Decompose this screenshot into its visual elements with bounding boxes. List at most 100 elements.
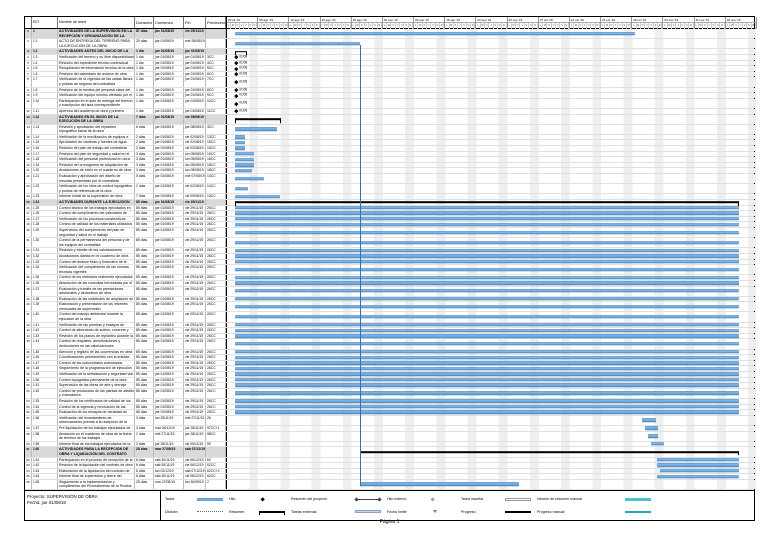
gantt-milestone[interactable]: 01/08 — [234, 66, 247, 71]
table-row[interactable]: 30 1.29 Supervisión del cumplimiento del p… — [25, 227, 756, 239]
gantt-task-bar[interactable] — [235, 241, 739, 245]
gantt-task-bar[interactable] — [235, 157, 254, 162]
gantt-task-bar[interactable] — [235, 410, 739, 415]
table-row[interactable]: 14 1.13 Revisión y aprobación del replante… — [25, 124, 756, 135]
gantt-task-bar[interactable] — [235, 334, 739, 338]
legend-item: Resumen del proyecto — [291, 494, 387, 504]
table-row[interactable]: 66 1.65 Seguimiento a la implementación y … — [25, 479, 756, 491]
gantt-summary-bar[interactable] — [235, 118, 282, 122]
table-row[interactable]: 35 1.34 Verificación del cumplimiento de l… — [25, 265, 756, 276]
gantt-task-bar[interactable] — [235, 176, 264, 181]
gantt-task-bar[interactable] — [657, 463, 739, 468]
gantt-task-bar[interactable] — [235, 217, 739, 221]
gantt-milestone[interactable]: 01/08 — [234, 80, 247, 84]
gantt-task-bar[interactable] — [235, 260, 739, 264]
gantt-task-bar[interactable] — [235, 328, 739, 333]
gantt-task-bar[interactable] — [235, 350, 739, 354]
gantt-task-bar[interactable] — [235, 230, 739, 235]
table-row[interactable]: 57 1.56 Verificación del levantamiento de … — [25, 415, 756, 426]
gantt-task-bar[interactable] — [235, 378, 739, 382]
table-row[interactable]: 45 1.44 Control de reajustes, amortizacion… — [25, 339, 756, 350]
gantt-summary-bar[interactable] — [235, 201, 739, 206]
gantt-task-bar[interactable] — [235, 141, 245, 145]
gantt-task-bar[interactable] — [235, 206, 739, 210]
gantt-summary-bar[interactable] — [360, 451, 739, 455]
cell-start: jue 01/08/19 — [154, 108, 184, 114]
summary-row[interactable]: 1 1 ACTIVIDADES DE LA SUPERVISIÓN EN LA RE… — [25, 29, 756, 40]
gantt-task-bar[interactable] — [235, 31, 635, 36]
gantt-task-bar[interactable] — [660, 469, 739, 473]
summary-row[interactable]: 61 1.60 ACTIVIDADES PARA LA RECEPCIÓN DE O… — [25, 447, 756, 458]
cell-wbs: 1.16 — [32, 146, 58, 151]
gantt-milestone[interactable]: 01/08 — [234, 55, 247, 60]
gantt-milestone[interactable]: 01/08 — [234, 101, 247, 106]
gantt-task-bar[interactable] — [651, 442, 664, 446]
summary-row[interactable]: 13 1.12 ACTIVIDADES EN EL INICIO DE LA EJE… — [25, 114, 756, 125]
gantt-task-bar[interactable] — [235, 383, 739, 388]
gantt-task-bar[interactable] — [235, 163, 254, 167]
gantt-task-bar[interactable] — [642, 418, 656, 423]
gantt-task-bar[interactable] — [235, 211, 739, 216]
gantt-summary-bar[interactable] — [235, 50, 248, 55]
gantt-task-bar[interactable] — [235, 355, 739, 360]
gantt-task-bar[interactable] — [657, 458, 739, 462]
gantt-task-bar[interactable] — [235, 275, 739, 280]
gantt-milestone[interactable]: 01/08 — [234, 93, 247, 98]
gantt-task-bar[interactable] — [235, 254, 739, 258]
gantt-task-bar[interactable] — [235, 305, 739, 309]
table-row[interactable]: 40 1.39 Elaboración y presentación de los … — [25, 302, 756, 313]
gantt-task-bar[interactable] — [235, 372, 739, 376]
cell-predecessors: 13CC — [206, 194, 226, 199]
gantt-task-bar[interactable] — [235, 152, 254, 156]
table-row[interactable]: 41 1.40 Control del manejo ambiental duran… — [25, 312, 756, 323]
gantt-task-bar[interactable] — [235, 367, 739, 371]
table-row[interactable]: 31 1.30 Control de la permanencia del pers… — [25, 238, 756, 249]
table-row[interactable]: 38 1.37 Evaluación y trámite de las presta… — [25, 286, 756, 297]
gantt-task-bar[interactable] — [235, 268, 739, 272]
gantt-task-bar[interactable] — [235, 135, 245, 139]
timeline-cell — [226, 474, 756, 479]
gantt-task-bar[interactable] — [235, 195, 280, 199]
gantt-task-bar[interactable] — [657, 474, 739, 479]
timeline-cell — [226, 468, 756, 474]
gantt-task-bar[interactable] — [235, 222, 739, 227]
gantt-task-bar[interactable] — [648, 434, 658, 438]
gantt-task-bar[interactable] — [235, 315, 739, 319]
cell-duration: 1 día — [135, 108, 154, 114]
gantt-milestone[interactable]: 01/08 — [234, 109, 247, 114]
gantt-task-bar[interactable] — [235, 289, 739, 293]
table-row[interactable]: 53 1.52 Control de producción de las plant… — [25, 388, 756, 399]
gantt-task-bar[interactable] — [235, 342, 739, 346]
gantt-task-bar[interactable] — [235, 399, 739, 403]
gantt-task-bar[interactable] — [235, 405, 739, 409]
gantt-task-bar[interactable] — [235, 248, 739, 253]
cell-finish: mié 27/11/19 — [184, 415, 206, 425]
table-row[interactable]: 59 1.58 Anotación en el cuaderno de obra d… — [25, 431, 756, 442]
table-row[interactable]: 11 1.10 Participación en el acto de entreg… — [25, 98, 756, 109]
cell-task-name: Control del cumplimiento del calendario … — [58, 211, 135, 216]
gantt-milestone[interactable]: 01/08 — [234, 72, 247, 76]
gantt-task-bar[interactable] — [645, 426, 658, 430]
gantt-task-bar[interactable] — [235, 146, 245, 151]
timeline-cell — [226, 124, 756, 134]
gantt-task-bar[interactable] — [235, 323, 739, 327]
table-row[interactable]: 22 1.21 Evaluación y aprobación del diseño… — [25, 174, 756, 185]
gantt-task-bar[interactable] — [235, 169, 252, 173]
gantt-task-bar[interactable] — [235, 297, 739, 301]
table-row[interactable]: 23 1.22 Verificación de los hitos de contr… — [25, 184, 756, 195]
gantt-task-bar[interactable] — [360, 482, 519, 487]
gantt-milestone[interactable]: 01/08 — [234, 88, 247, 92]
table-row[interactable]: 8 1.7 Verificación de la vigencia de las c… — [25, 77, 756, 88]
gantt-task-bar[interactable] — [235, 281, 739, 285]
cell-wbs: 1.49 — [32, 372, 58, 377]
gantt-task-bar[interactable] — [235, 42, 360, 46]
cell-duration: 1 día — [135, 60, 154, 66]
gantt-milestone[interactable]: 01/08 — [234, 61, 247, 65]
table-row[interactable]: 2 1.1 ACTO DE ENTREGA DEL TERRENO PARA LA … — [25, 39, 756, 50]
cell-start: jue 01/08/19 — [154, 157, 184, 162]
gantt-task-bar[interactable] — [235, 127, 277, 131]
gantt-task-bar[interactable] — [235, 187, 248, 191]
cell-finish: vie 29/11/19 — [184, 410, 206, 415]
gantt-task-bar[interactable] — [235, 391, 739, 396]
gantt-task-bar[interactable] — [235, 361, 739, 365]
